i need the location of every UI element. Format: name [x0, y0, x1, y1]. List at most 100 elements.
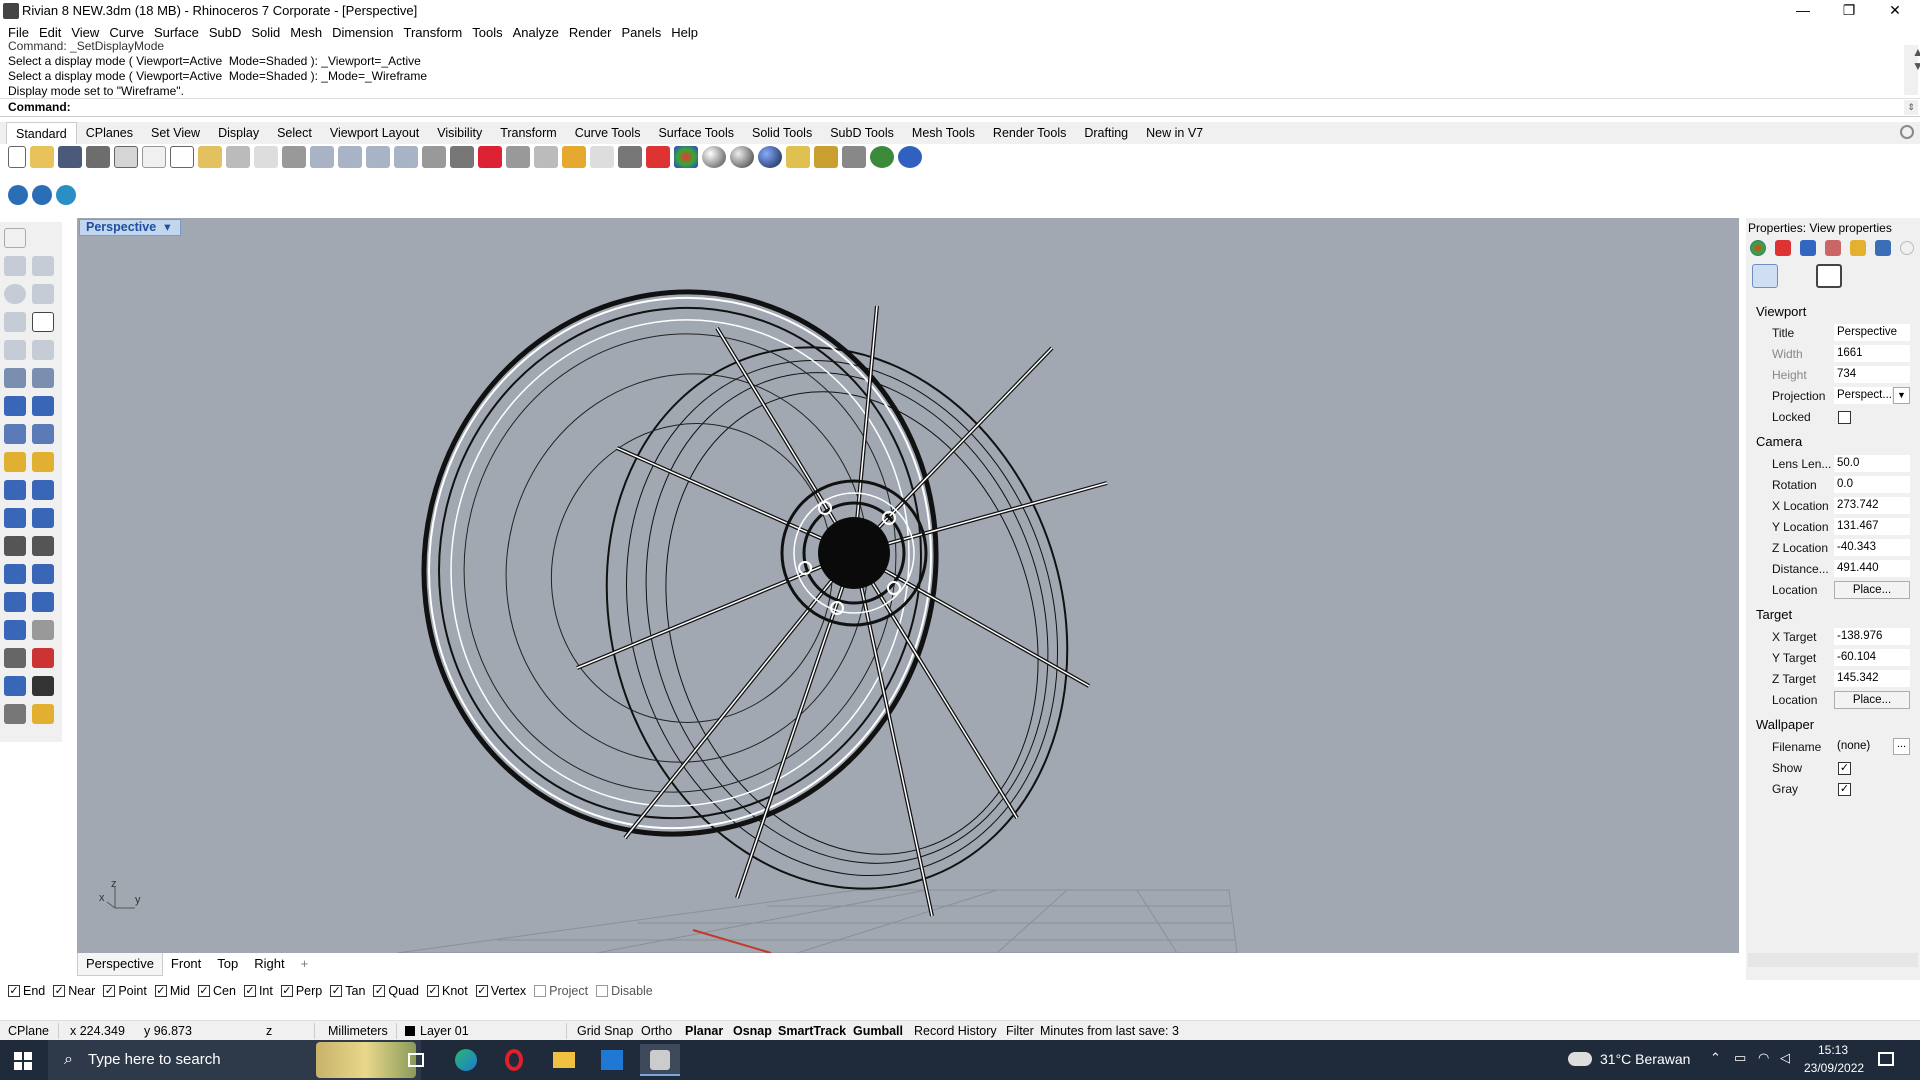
- zoom-window-icon[interactable]: [338, 146, 362, 168]
- title-field[interactable]: Perspective: [1834, 324, 1910, 341]
- plugin-icon-1[interactable]: [8, 185, 28, 205]
- zoom-selected-icon[interactable]: [394, 146, 418, 168]
- explode-icon[interactable]: [4, 452, 26, 472]
- tab-viewport-layout[interactable]: Viewport Layout: [321, 122, 428, 144]
- tab-render-tools[interactable]: Render Tools: [984, 122, 1075, 144]
- zoom-icon[interactable]: [310, 146, 334, 168]
- smarttrack-toggle[interactable]: SmartTrack: [778, 1021, 846, 1041]
- y-location-field[interactable]: 131.467: [1834, 518, 1910, 535]
- pointer-icon[interactable]: [4, 228, 26, 248]
- tab-front[interactable]: Front: [163, 953, 209, 975]
- tab-top[interactable]: Top: [209, 953, 246, 975]
- volume-icon[interactable]: ◁: [1780, 1050, 1790, 1066]
- distance-field[interactable]: 491.440: [1834, 560, 1910, 577]
- pan-hand-icon[interactable]: [254, 146, 278, 168]
- close-button[interactable]: ✕: [1872, 0, 1918, 22]
- four-viewports-icon[interactable]: [450, 146, 474, 168]
- tab-mesh-tools[interactable]: Mesh Tools: [903, 122, 984, 144]
- filter-icon[interactable]: [786, 146, 810, 168]
- notification-icon[interactable]: [1878, 1052, 1894, 1066]
- add-viewport-icon[interactable]: +: [293, 953, 317, 975]
- x-location-field[interactable]: 273.742: [1834, 497, 1910, 514]
- locked-checkbox[interactable]: [1838, 411, 1851, 424]
- plugin-icon-2[interactable]: [32, 185, 52, 205]
- undo-icon[interactable]: [226, 146, 250, 168]
- osnap-project[interactable]: Project: [534, 984, 588, 998]
- color-wheel-icon[interactable]: [674, 146, 698, 168]
- array-icon[interactable]: [4, 592, 26, 612]
- maximize-button[interactable]: ❐: [1826, 0, 1872, 22]
- dimension-icon[interactable]: [842, 146, 866, 168]
- command-line[interactable]: Command: ⇕: [0, 99, 1920, 117]
- print-icon[interactable]: [86, 146, 110, 168]
- z-location-field[interactable]: -40.343: [1834, 539, 1910, 556]
- osnap-quad[interactable]: ✓ Quad: [373, 984, 419, 998]
- options-gear-icon[interactable]: [814, 146, 838, 168]
- units-display[interactable]: Millimeters: [328, 1021, 388, 1041]
- browse-button[interactable]: ...: [1893, 738, 1910, 755]
- tab-right[interactable]: Right: [246, 953, 292, 975]
- subd-icon[interactable]: [32, 424, 54, 444]
- cut-icon[interactable]: [142, 146, 166, 168]
- polygon-icon[interactable]: [4, 312, 26, 332]
- circle-icon[interactable]: [4, 284, 26, 304]
- curve-icon[interactable]: [32, 256, 54, 276]
- tab-set-view[interactable]: Set View: [142, 122, 209, 144]
- y-target-field[interactable]: -60.104: [1834, 649, 1910, 666]
- osnap-int[interactable]: ✓ Int: [243, 984, 273, 998]
- lock-icon[interactable]: [618, 146, 642, 168]
- gumball-toggle[interactable]: Gumball: [853, 1021, 903, 1041]
- lightbulb-icon[interactable]: [590, 146, 614, 168]
- checkmark-icon[interactable]: [32, 676, 54, 696]
- group-icon[interactable]: [4, 508, 26, 528]
- ellipse-icon[interactable]: [32, 284, 54, 304]
- tab-new-in-v7[interactable]: New in V7: [1137, 122, 1212, 144]
- scale-icon[interactable]: [32, 564, 54, 584]
- tab-perspective[interactable]: Perspective: [77, 952, 163, 976]
- layers-icon[interactable]: [562, 146, 586, 168]
- text-icon[interactable]: [4, 564, 26, 584]
- shaded-sphere-icon[interactable]: [702, 146, 726, 168]
- new-file-icon[interactable]: [8, 146, 26, 168]
- dimension-tool-icon[interactable]: [32, 620, 54, 640]
- box-icon[interactable]: [4, 396, 26, 416]
- perspective-viewport[interactable]: Perspective ▾ z x y: [77, 218, 1739, 953]
- copy-object-icon[interactable]: [32, 536, 54, 556]
- wifi-icon[interactable]: ◠: [1758, 1050, 1769, 1066]
- analyze-icon[interactable]: [32, 648, 54, 668]
- viewport-title-tab[interactable]: Perspective ▾: [79, 219, 182, 236]
- help-circle-icon[interactable]: [1900, 241, 1914, 255]
- edge-browser-icon[interactable]: [446, 1044, 486, 1076]
- polyline-icon[interactable]: [4, 256, 26, 276]
- tab-drafting[interactable]: Drafting: [1075, 122, 1137, 144]
- osnap-point[interactable]: ✓ Point: [103, 984, 147, 998]
- target-place-button[interactable]: Place...: [1834, 691, 1910, 709]
- osnap-tan[interactable]: ✓ Tan: [330, 984, 365, 998]
- render-settings-icon[interactable]: [1800, 240, 1816, 256]
- record-history-toggle[interactable]: Record History: [914, 1021, 997, 1041]
- x-target-field[interactable]: -138.976: [1834, 628, 1910, 645]
- globe-icon[interactable]: [870, 146, 894, 168]
- surface-icon[interactable]: [4, 368, 26, 388]
- display-settings-icon[interactable]: [1784, 264, 1810, 288]
- weather-text[interactable]: 31°C Berawan: [1600, 1051, 1690, 1067]
- network-icon[interactable]: ▭: [1734, 1050, 1746, 1066]
- save-icon[interactable]: [58, 146, 82, 168]
- tab-cplanes[interactable]: CPlanes: [77, 122, 142, 144]
- osnap-vertex[interactable]: ✓ Vertex: [475, 984, 526, 998]
- move-icon[interactable]: [4, 536, 26, 556]
- object-properties-icon[interactable]: [646, 146, 670, 168]
- osnap-perp[interactable]: ✓ Perp: [280, 984, 322, 998]
- tab-transform[interactable]: Transform: [491, 122, 566, 144]
- tab-display[interactable]: Display: [209, 122, 268, 144]
- select-icon[interactable]: [506, 146, 530, 168]
- rendered-sphere-icon[interactable]: [730, 146, 754, 168]
- chevron-down-icon[interactable]: ▼: [1893, 387, 1910, 404]
- cplane-icon[interactable]: [534, 146, 558, 168]
- clock-date[interactable]: 23/09/2022: [1804, 1061, 1864, 1075]
- zoom-extents-icon[interactable]: [366, 146, 390, 168]
- osnap-near[interactable]: ✓ Near: [53, 984, 95, 998]
- ortho-toggle[interactable]: Ortho: [641, 1021, 672, 1041]
- join-icon[interactable]: [32, 452, 54, 472]
- tab-subd-tools[interactable]: SubD Tools: [821, 122, 903, 144]
